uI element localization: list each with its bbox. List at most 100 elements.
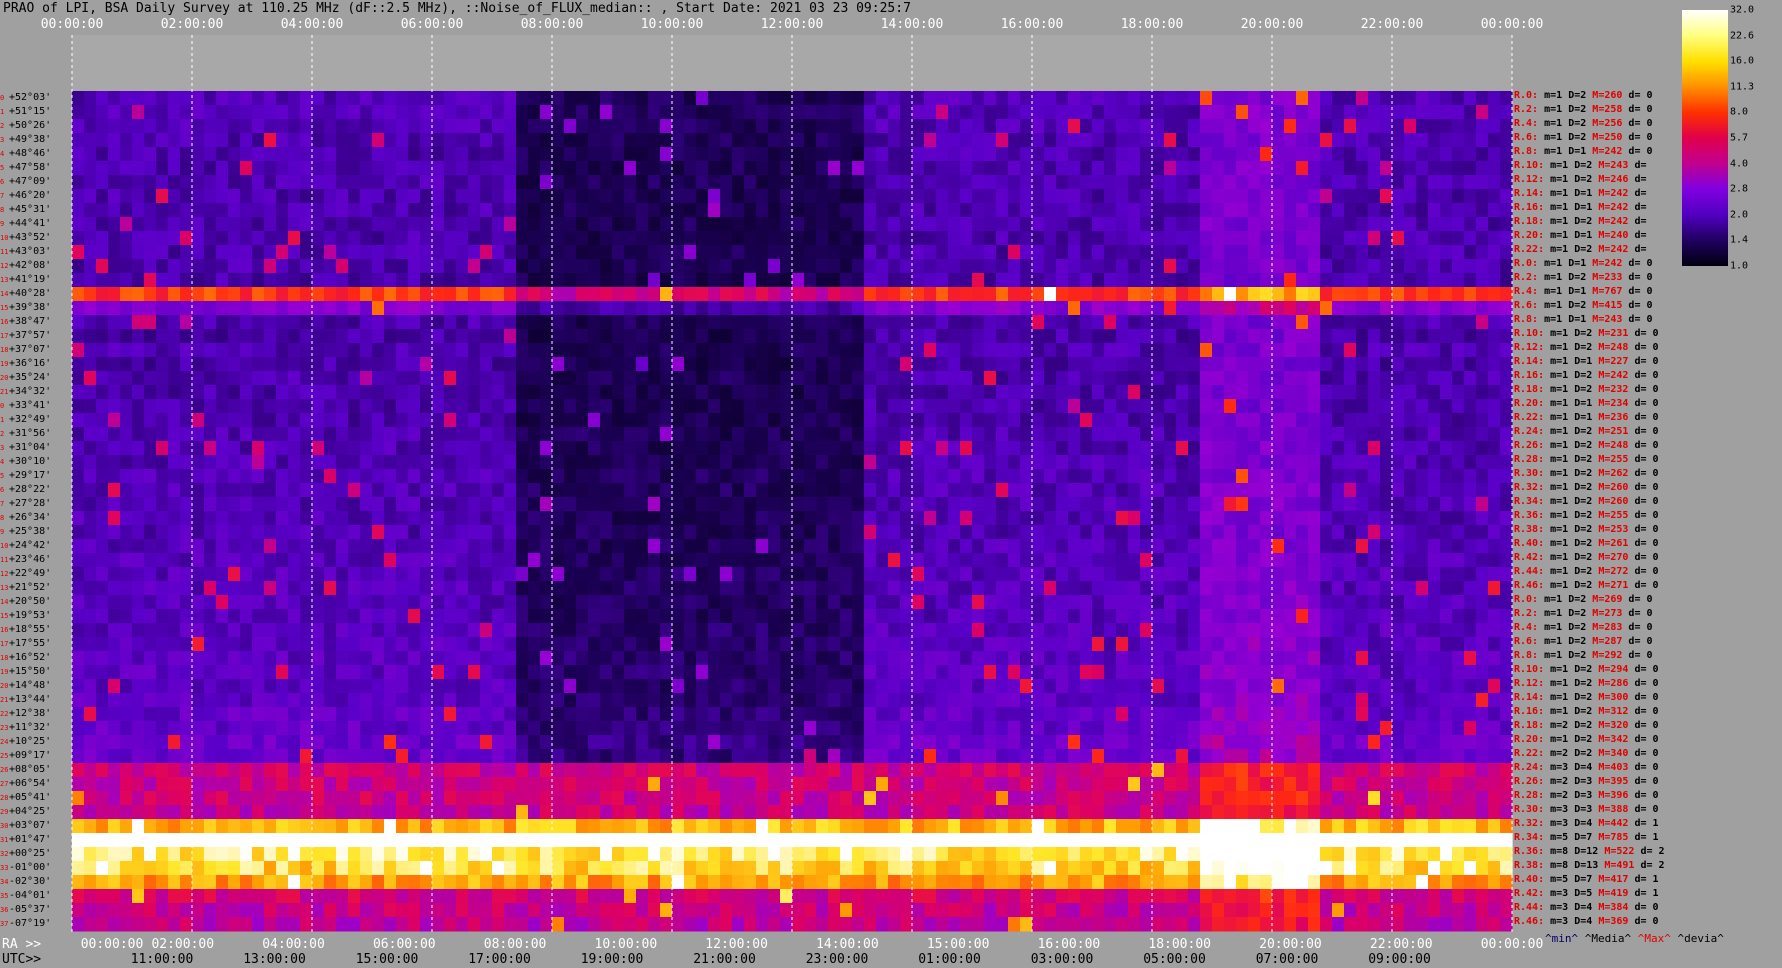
declination-value: +41°19' xyxy=(9,274,52,285)
stat-range: R.0: xyxy=(1514,258,1539,269)
declination-value: +27°28' xyxy=(9,498,52,509)
stat-dev-label: D= xyxy=(1568,538,1587,549)
stat-min-label: m= xyxy=(1544,874,1563,885)
stat-dev: 12 xyxy=(1586,846,1599,857)
row-stat: R.18: m=1 D=2 M=242 d= xyxy=(1514,216,1646,228)
dec-label: 19+36°16' xyxy=(0,358,51,370)
stat-devia-label: d= xyxy=(1628,804,1653,815)
stat-devia: 0 xyxy=(1652,342,1659,353)
stat-min-label: m= xyxy=(1538,636,1557,647)
stat-devia-label: d= xyxy=(1628,244,1647,255)
row-number: 11 xyxy=(0,556,9,564)
stat-max-label: M= xyxy=(1592,664,1611,675)
stat-max: 442 xyxy=(1610,818,1629,829)
utc-tick: 03:00:00 xyxy=(1030,952,1094,967)
stat-devia-label: d= xyxy=(1622,146,1647,157)
stat-devia: 0 xyxy=(1652,566,1659,577)
row-stat: R.38: m=1 D=2 M=253 d= 0 xyxy=(1514,524,1659,536)
stat-dev-label: D= xyxy=(1562,300,1581,311)
stat-max: 248 xyxy=(1610,440,1629,451)
row-stat: R.8: m=1 D=1 M=243 d= 0 xyxy=(1514,314,1653,326)
ra-tick: 16:00:00 xyxy=(1037,937,1101,952)
stat-range: R.10: xyxy=(1514,664,1545,675)
stat-range: R.4: xyxy=(1514,286,1539,297)
row-number: 5 xyxy=(0,164,5,172)
row-stat: R.26: m=2 D=3 M=395 d= 0 xyxy=(1514,776,1659,788)
stat-max: 234 xyxy=(1610,398,1629,409)
stat-dev-label: D= xyxy=(1568,440,1587,451)
stat-max-label: M= xyxy=(1586,90,1605,101)
dec-label: 4 +48°46' xyxy=(0,148,51,160)
row-stat: R.8: m=1 D=1 M=242 d= 0 xyxy=(1514,146,1653,158)
dec-label: 13+41°19' xyxy=(0,274,51,286)
stat-range: R.6: xyxy=(1514,636,1539,647)
utc-tick: 01:00:00 xyxy=(918,952,981,967)
stat-max: 342 xyxy=(1610,734,1629,745)
stat-max-label: M= xyxy=(1592,174,1611,185)
stat-range: R.28: xyxy=(1514,790,1545,801)
stat-dev-label: D= xyxy=(1568,230,1587,241)
row-stat: R.42: m=1 D=2 M=270 d= 0 xyxy=(1514,552,1659,564)
row-stat: R.42: m=3 D=5 M=419 d= 1 xyxy=(1514,888,1659,900)
row-stat: R.2: m=1 D=2 M=273 d= 0 xyxy=(1514,608,1653,620)
row-stat: R.44: m=1 D=2 M=272 d= 0 xyxy=(1514,566,1659,578)
stat-range: R.36: xyxy=(1514,510,1545,521)
ra-tick: 08:00:00 xyxy=(483,937,547,952)
stat-max: 243 xyxy=(1604,314,1623,325)
legend-max: ^Max^ xyxy=(1637,932,1671,945)
stat-max: 242 xyxy=(1610,188,1629,199)
stat-dev-label: D= xyxy=(1568,580,1587,591)
stat-range: R.40: xyxy=(1514,874,1545,885)
declination-value: +31°56' xyxy=(9,428,52,439)
stat-max-label: M= xyxy=(1598,860,1617,871)
stat-max: 417 xyxy=(1610,874,1629,885)
stat-max: 283 xyxy=(1604,622,1623,633)
stat-max-label: M= xyxy=(1592,160,1611,171)
stat-max: 340 xyxy=(1610,748,1629,759)
stat-devia: 0 xyxy=(1652,496,1659,507)
stat-devia-label: d= xyxy=(1628,174,1647,185)
stat-min-label: m= xyxy=(1544,328,1563,339)
stat-max: 491 xyxy=(1616,860,1635,871)
stat-dev-label: D= xyxy=(1568,188,1587,199)
stat-range: R.40: xyxy=(1514,538,1545,549)
stat-range: R.8: xyxy=(1514,314,1539,325)
stat-max-label: M= xyxy=(1592,580,1611,591)
row-number: 3 xyxy=(0,136,5,144)
row-number: 4 xyxy=(0,150,5,158)
dec-label: 18+16°52' xyxy=(0,652,51,664)
row-stat: R.28: m=2 D=3 M=396 d= 0 xyxy=(1514,790,1659,802)
stat-devia: 0 xyxy=(1646,314,1653,325)
dec-label: 25+09°17' xyxy=(0,750,51,762)
stat-max-label: M= xyxy=(1592,188,1611,199)
row-stat: R.26: m=1 D=2 M=248 d= 0 xyxy=(1514,440,1659,452)
stat-devia-label: d= xyxy=(1622,650,1647,661)
stat-max-label: M= xyxy=(1592,398,1611,409)
ra-tick: 20:00:00 xyxy=(1259,937,1322,952)
declination-value: +24°42' xyxy=(9,540,52,551)
stat-dev-label: D= xyxy=(1568,356,1587,367)
row-number: 23 xyxy=(0,724,9,732)
stat-max: 242 xyxy=(1610,216,1629,227)
stat-devia-label: d= xyxy=(1628,888,1653,899)
stat-devia-label: d= xyxy=(1628,762,1653,773)
dec-label: 0 +52°03' xyxy=(0,92,51,104)
declination-value: +01°47' xyxy=(9,834,52,845)
stat-min-label: m= xyxy=(1544,734,1563,745)
stat-devia-label: d= xyxy=(1628,720,1653,731)
dec-label: 10+43°52' xyxy=(0,232,51,244)
stat-min-label: m= xyxy=(1544,790,1563,801)
colorbar-tick: 11.3 xyxy=(1730,81,1755,93)
stat-min-label: m= xyxy=(1544,888,1563,899)
row-number: 16 xyxy=(0,626,9,634)
row-stat: R.20: m=1 D=1 M=234 d= 0 xyxy=(1514,398,1659,410)
stat-range: R.46: xyxy=(1514,916,1545,927)
row-number: 10 xyxy=(0,542,9,550)
survey-chart: PRAO of LPI, BSA Daily Survey at 110.25 … xyxy=(0,0,1782,968)
declination-value: +45°31' xyxy=(9,204,52,215)
stat-devia-label: d= xyxy=(1628,216,1647,227)
stat-min-label: m= xyxy=(1544,454,1563,465)
dec-label: 18+37°07' xyxy=(0,344,51,356)
stat-max-label: M= xyxy=(1592,370,1611,381)
utc-tick: 05:00:00 xyxy=(1143,952,1206,967)
